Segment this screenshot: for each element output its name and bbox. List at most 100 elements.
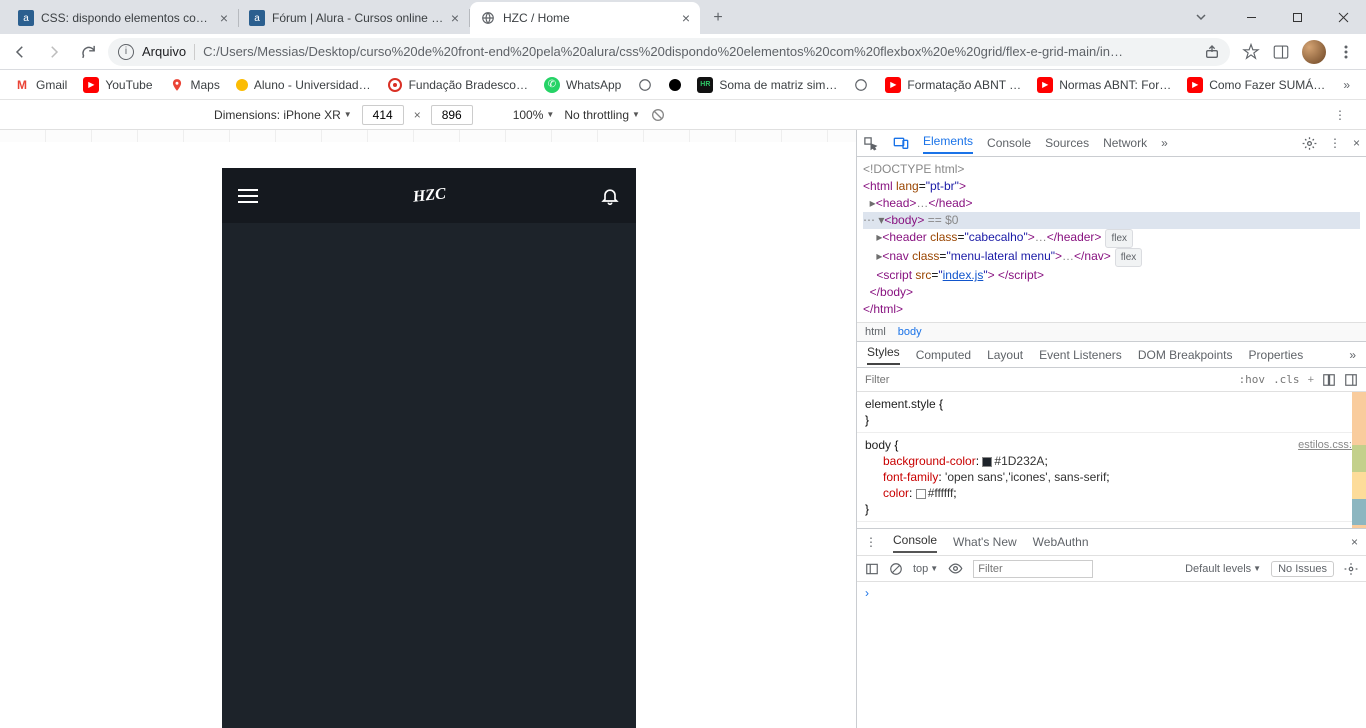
crumb-body[interactable]: body [898, 326, 922, 338]
tab-drawer-console[interactable]: Console [893, 533, 937, 553]
close-button[interactable] [1320, 2, 1366, 32]
styles-body[interactable]: element.style {} estilos.css:5 body { ba… [857, 392, 1366, 528]
tab-listeners[interactable]: Event Listeners [1039, 348, 1122, 362]
share-icon[interactable] [1204, 44, 1220, 60]
device-select[interactable]: Dimensions: iPhone XR [214, 108, 352, 122]
device-toggle-icon[interactable] [893, 136, 909, 150]
tab-computed[interactable]: Computed [916, 348, 971, 362]
source-link[interactable]: reset.css:26 [1299, 526, 1358, 528]
bookmark-hackerrank[interactable]: HRSoma de matriz sim… [691, 74, 843, 96]
star-icon[interactable] [1242, 43, 1260, 61]
gear-icon[interactable] [1344, 562, 1358, 576]
close-icon[interactable]: × [451, 10, 459, 26]
tab-2[interactable]: HZC / Home × [470, 2, 700, 34]
menu-icon[interactable]: ⋮ [1329, 136, 1341, 150]
tab-sources[interactable]: Sources [1045, 136, 1089, 150]
bookmark-bradesco[interactable]: Fundação Bradesco… [381, 74, 534, 96]
console-filter-input[interactable] [973, 560, 1093, 578]
tab-dom-bp[interactable]: DOM Breakpoints [1138, 348, 1233, 362]
console-body[interactable]: › [857, 582, 1366, 728]
tabs-overflow[interactable]: » [1349, 348, 1356, 362]
phone-frame[interactable]: HZC [222, 168, 636, 728]
bookmark-gmail[interactable]: MGmail [8, 74, 73, 96]
rotate-icon[interactable] [650, 107, 666, 123]
bell-icon[interactable] [600, 186, 620, 206]
html-open[interactable]: <html lang="pt-br"> [863, 178, 1360, 195]
forward-button[interactable] [40, 38, 68, 66]
close-icon[interactable]: × [1351, 535, 1358, 549]
tab-styles[interactable]: Styles [867, 345, 900, 365]
dom-tree[interactable]: <!DOCTYPE html> <html lang="pt-br"> ▸<he… [857, 157, 1366, 322]
tab-elements[interactable]: Elements [923, 134, 973, 154]
rule-body-2[interactable]: reset.css:26 body { line-height: 1; [857, 522, 1366, 528]
zoom-select[interactable]: 100% [513, 108, 555, 122]
tab-layout[interactable]: Layout [987, 348, 1023, 362]
nav-node[interactable]: ▸<nav class="menu-lateral menu">…</nav>f… [863, 248, 1360, 267]
context-select[interactable]: top [913, 563, 938, 575]
close-icon[interactable]: × [682, 10, 690, 26]
bookmark-sumario[interactable]: ▶Como Fazer SUMÁ… [1181, 74, 1331, 96]
menu-icon[interactable] [1338, 44, 1354, 60]
body-node-selected[interactable]: ⋯ ▾<body> == $0 [863, 212, 1360, 229]
width-input[interactable] [362, 105, 404, 125]
header-node[interactable]: ▸<header class="cabecalho">…</header>fle… [863, 229, 1360, 248]
rule-element-style[interactable]: element.style {} [857, 392, 1366, 433]
eye-icon[interactable] [948, 561, 963, 576]
bookmark-generic3[interactable] [847, 74, 875, 96]
issues-badge[interactable]: No Issues [1271, 561, 1334, 577]
tabs-overflow[interactable]: » [1161, 136, 1168, 150]
inspect-icon[interactable] [863, 136, 879, 151]
reload-button[interactable] [74, 38, 102, 66]
avatar[interactable] [1302, 40, 1326, 64]
tab-webauthn[interactable]: WebAuthn [1033, 535, 1089, 549]
chevron-down-icon[interactable] [1178, 2, 1224, 32]
bookmark-generic2[interactable] [663, 76, 687, 94]
drawer-menu-icon[interactable]: ⋮ [865, 535, 877, 549]
swatch-icon[interactable] [982, 457, 992, 467]
tab-0[interactable]: a CSS: dispondo elementos com Fl × [8, 2, 238, 34]
new-tab-button[interactable]: + [704, 4, 732, 32]
close-icon[interactable]: × [1353, 136, 1360, 150]
crumb-html[interactable]: html [865, 326, 886, 338]
levels-select[interactable]: Default levels [1185, 563, 1261, 575]
styles-filter-input[interactable] [865, 374, 1231, 386]
source-link[interactable]: estilos.css:5 [1298, 437, 1358, 453]
hov-toggle[interactable]: :hov [1239, 373, 1266, 386]
bookmark-abnt1[interactable]: ▶Formatação ABNT … [879, 74, 1027, 96]
sidebar-toggle-icon[interactable] [865, 562, 879, 576]
height-input[interactable] [431, 105, 473, 125]
tab-whatsnew[interactable]: What's New [953, 535, 1017, 549]
omnibox[interactable]: i Arquivo C:/Users/Messias/Desktop/curso… [108, 38, 1230, 66]
minimize-button[interactable] [1228, 2, 1274, 32]
throttle-select[interactable]: No throttling [564, 108, 640, 122]
head-node[interactable]: ▸<head>…</head> [863, 195, 1360, 212]
bookmark-whatsapp[interactable]: ✆WhatsApp [538, 74, 627, 96]
side-panel-icon[interactable] [1272, 43, 1290, 61]
tab-1[interactable]: a Fórum | Alura - Cursos online de × [239, 2, 469, 34]
tab-network[interactable]: Network [1103, 136, 1147, 150]
body-close: </body> [863, 284, 1360, 301]
bookmark-youtube[interactable]: ▶YouTube [77, 74, 158, 96]
tab-properties[interactable]: Properties [1249, 348, 1304, 362]
bookmark-abnt2[interactable]: ▶Normas ABNT: For… [1031, 74, 1177, 96]
sidebar-toggle-icon[interactable] [1344, 373, 1358, 387]
bookmark-aluno[interactable]: Aluno - Universidad… [230, 75, 377, 95]
bookmark-maps[interactable]: Maps [163, 74, 226, 96]
cls-toggle[interactable]: .cls [1273, 373, 1300, 386]
computed-toggle-icon[interactable] [1322, 373, 1336, 387]
device-menu-icon[interactable]: ⋮ [1334, 108, 1346, 122]
swatch-icon[interactable] [916, 489, 926, 499]
bookmarks-overflow[interactable]: » [1335, 78, 1358, 92]
site-info-icon[interactable]: i [118, 44, 134, 60]
gear-icon[interactable] [1302, 136, 1317, 151]
tab-console[interactable]: Console [987, 136, 1031, 150]
close-icon[interactable]: × [220, 10, 228, 26]
rule-body-1[interactable]: estilos.css:5 body { background-color: #… [857, 433, 1366, 522]
back-button[interactable] [6, 38, 34, 66]
clear-console-icon[interactable] [889, 562, 903, 576]
hamburger-icon[interactable] [238, 185, 258, 207]
plus-icon[interactable]: + [1308, 374, 1314, 386]
script-node[interactable]: <script src="index.js"> </script> [863, 267, 1360, 284]
bookmark-generic1[interactable] [631, 74, 659, 96]
maximize-button[interactable] [1274, 2, 1320, 32]
